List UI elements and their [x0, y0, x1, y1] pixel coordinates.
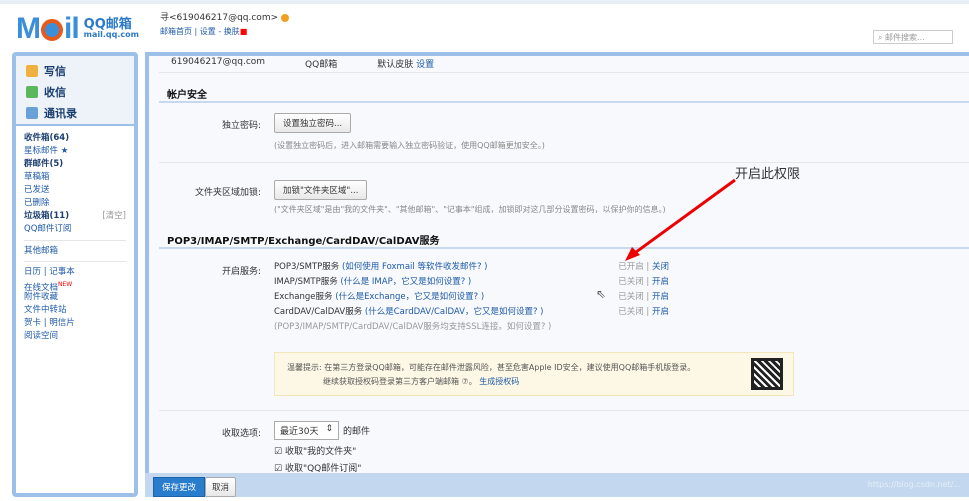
services-list: POP3/SMTP服务 (如何使用 Foxmail 等软件收发邮件? ) 已开启 …: [274, 260, 669, 335]
fetch-label: 收取选项:: [221, 429, 261, 439]
check1-label: 收取"我的文件夹": [284, 447, 357, 457]
folder-sent[interactable]: 已发送: [24, 184, 126, 197]
pwd-hint: (设置独立密码后，进入邮箱需要输入独立密码验证，使用QQ邮箱更加安全。): [274, 141, 545, 150]
service-toggle-link[interactable]: 开启: [652, 307, 669, 317]
bottom-bar: 保存更改 取消 https://blog.csdn.net/...: [145, 473, 969, 497]
tool-cards[interactable]: 贺卡 | 明信片: [24, 317, 126, 330]
service-status: 已关闭: [618, 307, 644, 317]
service-row-pop3: POP3/SMTP服务 (如何使用 Foxmail 等软件收发邮件? ) 已开启 …: [274, 262, 669, 272]
service-status: 已关闭: [618, 277, 644, 287]
nav-settings[interactable]: 设置: [200, 27, 216, 36]
contacts-label: 通讯录: [44, 106, 77, 120]
folder-lock-button[interactable]: 加锁"文件夹区域"...: [274, 180, 368, 200]
empty-spam-link[interactable]: [清空]: [102, 210, 126, 223]
service-row-exchange: Exchange服务 (什么是Exchange，它又是如何设置? ) 已关闭 | …: [274, 292, 669, 302]
tool-attachments[interactable]: 附件收藏: [24, 291, 126, 304]
tip-line1: 温馨提示: 在第三方登录QQ邮箱，可能存在邮件泄露风险，甚至危害Apple ID…: [287, 363, 696, 372]
section-title-services: POP3/IMAP/SMTP/Exchange/CardDAV/CalDAV服务: [167, 236, 440, 247]
contacts-icon: [26, 106, 38, 119]
account-info-row: 619046217@qq.com QQ邮箱 默认皮肤 设置: [171, 57, 434, 70]
folder-subscriptions[interactable]: QQ邮件订阅: [24, 223, 126, 236]
service-help-link[interactable]: (什么是Exchange，它又是如何设置? ): [335, 292, 484, 302]
folder-inbox[interactable]: 收件箱(64): [24, 132, 126, 145]
user-name: 寻<619046217@qq.com>: [160, 13, 279, 23]
search-placeholder: 邮件搜索...: [885, 33, 925, 42]
service-help-link[interactable]: (如何使用 Foxmail 等软件收发邮件? ): [342, 262, 488, 272]
watermark: https://blog.csdn.net/...: [867, 480, 961, 489]
folder-spam[interactable]: 垃圾箱(11) [清空]: [24, 210, 126, 223]
service-row-carddav: CardDAV/CalDAV服务 (什么是CardDAV/CalDAV，它又是如…: [274, 307, 669, 317]
spam-label: 垃圾箱(11): [24, 211, 70, 221]
service-status: 已关闭: [618, 292, 644, 302]
service-name: IMAP/SMTP服务: [274, 277, 338, 287]
nav-skin[interactable]: 换肤: [224, 27, 240, 36]
service-toggle-link[interactable]: 开启: [652, 277, 669, 287]
top-strip: [0, 0, 969, 4]
service-name: CardDAV/CalDAV服务: [274, 307, 363, 317]
fetch-row: 最近30天 ⇕ 的邮件: [274, 421, 370, 440]
skin-settings-link[interactable]: 设置: [416, 60, 434, 70]
search-input[interactable]: ⌕ 邮件搜索...: [873, 30, 953, 44]
account-brand: QQ邮箱: [305, 60, 338, 70]
pwd-label: 独立密码:: [221, 121, 261, 131]
folder-starred[interactable]: 星标邮件 ★: [24, 145, 126, 158]
folder-group[interactable]: 群邮件(5): [24, 158, 126, 171]
folder-deleted[interactable]: 已删除: [24, 197, 126, 210]
mouse-cursor-icon: ⇖: [596, 287, 607, 301]
tool-reading[interactable]: 阅读空间: [24, 330, 126, 343]
fetch-my-folders-checkbox[interactable]: ☑ 收取"我的文件夹": [274, 444, 356, 457]
compose-label: 写信: [44, 64, 66, 78]
account-email: 619046217@qq.com: [171, 57, 266, 67]
service-row-imap: IMAP/SMTP服务 (什么是 IMAP，它又是如何设置? ) 已关闭 | 开启: [274, 277, 669, 287]
qr-code-icon: [751, 358, 783, 390]
annotation-arrow-icon: [625, 178, 736, 261]
services-label: 开启服务:: [221, 267, 261, 277]
service-help-link[interactable]: (什么是CardDAV/CalDAV，它又是如何设置? ): [365, 307, 544, 317]
tip-line2: 继续获取授权码登录第三方客户端邮箱 ⑦。: [323, 377, 477, 386]
compose-button[interactable]: 写信: [26, 60, 124, 81]
tool-docs[interactable]: 在线文档NEW: [24, 278, 126, 293]
receive-button[interactable]: 收信: [26, 81, 124, 102]
inbox-icon: [26, 85, 38, 98]
set-password-button[interactable]: 设置独立密码...: [274, 113, 352, 133]
annotation-text: 开启此权限: [735, 167, 801, 182]
settings-panel: 619046217@qq.com QQ邮箱 默认皮肤 设置 帐户安全 独立密码:…: [145, 52, 969, 474]
folder-drafts[interactable]: 草稿箱: [24, 171, 126, 184]
tool-calendar-notes[interactable]: 日历 | 记事本: [24, 261, 126, 278]
generate-auth-code-link[interactable]: 生成授权码: [479, 377, 519, 386]
service-toggle-link[interactable]: 开启: [652, 292, 669, 302]
contacts-button[interactable]: 通讯录: [26, 102, 124, 123]
select-arrow-icon: ⇕: [325, 424, 333, 434]
folder-lock-hint: ("文件夹区域"是由"我的文件夹"、"其他邮箱"、"记事本"组成，加锁即对这几部…: [274, 205, 666, 214]
tool-file-transfer[interactable]: 文件中转站: [24, 304, 126, 317]
warning-tip: 温馨提示: 在第三方登录QQ邮箱，可能存在邮件泄露风险，甚至危害Apple ID…: [274, 352, 794, 396]
user-info: 寻<619046217@qq.com> 邮箱首页 | 设置 - 换肤■: [160, 12, 290, 38]
fetch-suffix: 的邮件: [343, 427, 371, 437]
folder-lock-label: 文件夹区域加锁:: [194, 188, 261, 198]
sidebar: 写信 收信 通讯录 收件箱(64) 星标邮件 ★ 群邮件(5) 草稿箱 已发送 …: [12, 52, 138, 497]
save-button[interactable]: 保存更改: [153, 477, 206, 497]
ssl-note: (POP3/IMAP/SMTP/CardDAV/CalDAV服务均支持SSL连接…: [274, 322, 552, 332]
service-help-link[interactable]: (什么是 IMAP，它又是如何设置? ): [340, 277, 471, 287]
skin-label: 默认皮肤: [377, 60, 414, 70]
receive-label: 收信: [44, 85, 66, 99]
service-name: Exchange服务: [274, 292, 333, 302]
new-badge: NEW: [58, 281, 73, 288]
nav-home[interactable]: 邮箱首页: [160, 27, 192, 36]
pen-icon: [26, 64, 38, 77]
section-title-account: 帐户安全: [167, 90, 207, 101]
fetch-range-select[interactable]: 最近30天 ⇕: [274, 421, 339, 440]
cancel-button[interactable]: 取消: [205, 477, 237, 497]
logo[interactable]: Mil QQ邮箱 mail.qq.com: [16, 12, 139, 46]
logo-mark: Mil: [16, 12, 80, 45]
other-mailboxes[interactable]: 其他邮箱: [24, 240, 126, 257]
fetch-range-value: 最近30天: [280, 427, 319, 437]
logo-domain: mail.qq.com: [83, 30, 139, 39]
status-icon: [281, 13, 290, 22]
service-name: POP3/SMTP服务: [274, 262, 340, 272]
